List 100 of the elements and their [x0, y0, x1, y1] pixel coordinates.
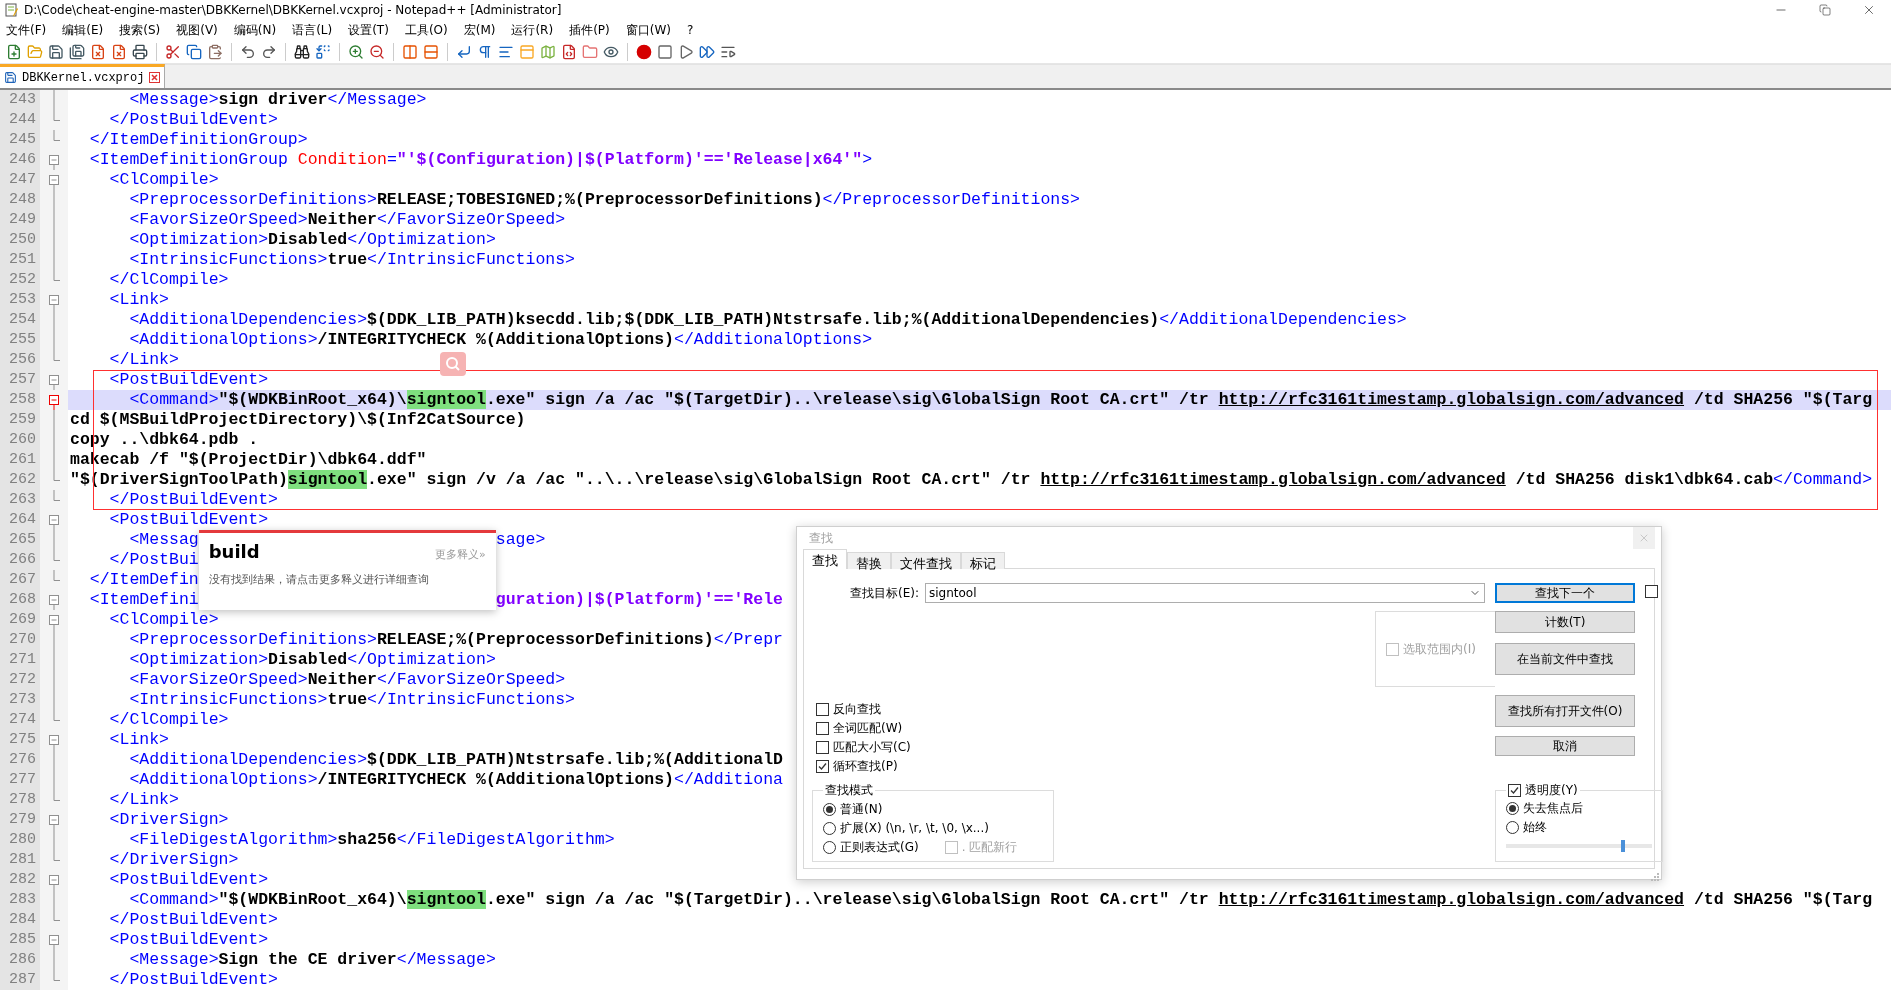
- fold-toggle-icon[interactable]: [49, 375, 59, 390]
- dialog-tab[interactable]: 文件查找: [891, 552, 961, 569]
- fold-end-icon: [53, 350, 60, 361]
- resize-grip-icon[interactable]: [1649, 871, 1659, 881]
- link[interactable]: http://rfc3161timestamp.globalsign.com/advanced: [1040, 470, 1506, 489]
- checkbox[interactable]: [1508, 783, 1521, 797]
- dialog-button[interactable]: 查找下一个: [1495, 583, 1635, 603]
- zoom-out-icon[interactable]: [369, 43, 385, 60]
- wrap-icon[interactable]: [456, 43, 472, 60]
- fold-line-icon: [53, 890, 55, 910]
- code-line: <PreprocessorDefinitions>RELEASE;%(PreprocessorDefinitions)</Prepr: [129, 630, 783, 649]
- slider-thumb[interactable]: [1620, 840, 1625, 852]
- play-icon[interactable]: [678, 43, 694, 60]
- line-number: 278: [0, 790, 40, 810]
- line-number: 280: [0, 830, 40, 850]
- radio-label: 始终: [1523, 818, 1547, 836]
- fold-end-icon: [53, 710, 60, 721]
- menu-item[interactable]: 插件(P): [569, 21, 610, 39]
- menu-item[interactable]: 运行(R): [511, 21, 554, 39]
- checkbox[interactable]: [1645, 584, 1658, 598]
- pilcrow-icon[interactable]: [477, 43, 493, 60]
- fold-toggle-icon[interactable]: [49, 295, 59, 310]
- save-all-icon[interactable]: [69, 43, 85, 60]
- code-line: <Optimization>Disabled</Optimization>: [129, 230, 496, 249]
- scissors-icon[interactable]: [165, 43, 181, 60]
- fold-end-icon: [53, 130, 60, 141]
- file-tab[interactable]: DBKKernel.vcxproj: [0, 64, 166, 88]
- new-file-icon[interactable]: [6, 43, 22, 60]
- undo-icon[interactable]: [240, 43, 256, 60]
- rows-icon[interactable]: [423, 43, 439, 60]
- fold-line-icon: [53, 90, 55, 110]
- code-line: <PostBuildEvent>: [109, 370, 269, 389]
- line-number: 260: [0, 430, 40, 450]
- code-line: <FavorSizeOrSpeed>Neither</FavorSizeOrSpeed>: [129, 670, 566, 689]
- fold-toggle-icon[interactable]: [49, 395, 59, 410]
- radio-label: 失去焦点后: [1523, 799, 1583, 817]
- zoom-in-icon[interactable]: [348, 43, 364, 60]
- checkbox[interactable]: [816, 702, 829, 716]
- folder-icon[interactable]: [582, 43, 598, 60]
- dialog-tab[interactable]: 标记: [961, 552, 1005, 569]
- find-icon[interactable]: [294, 43, 310, 60]
- popup-word: build: [208, 541, 260, 562]
- fast-forward-icon[interactable]: [699, 43, 715, 60]
- menu-item[interactable]: 窗口(W): [625, 21, 671, 39]
- close-file-icon[interactable]: [90, 43, 106, 60]
- find-combobox[interactable]: signtool: [925, 583, 1485, 603]
- checkbox-label: 透明度(Y): [1525, 781, 1578, 799]
- dialog-tab[interactable]: 查找: [803, 549, 847, 569]
- fold-end-icon: [53, 570, 60, 581]
- paste-icon[interactable]: [207, 43, 223, 60]
- code-line: <AdditionalOptions>/INTEGRITYCHECK %(AdditionalOptions)</Additiona: [129, 770, 783, 789]
- link[interactable]: http://rfc3161timestamp.globalsign.com/advanced: [1218, 390, 1685, 409]
- checkbox-label: 反向查找: [833, 700, 881, 718]
- columns-icon[interactable]: [402, 43, 418, 60]
- close-icon[interactable]: [149, 72, 161, 83]
- save-icon[interactable]: [48, 43, 64, 60]
- menu-item[interactable]: 文件(F): [6, 21, 47, 39]
- dialog-button[interactable]: 计数(T): [1495, 611, 1635, 633]
- stop-icon[interactable]: [657, 43, 673, 60]
- menu-item[interactable]: 视图(V): [176, 21, 218, 39]
- replace-icon[interactable]: [315, 43, 331, 60]
- fold-toggle-icon[interactable]: [49, 175, 59, 190]
- fold-toggle-icon[interactable]: [49, 595, 59, 610]
- dialog-tab[interactable]: 替换: [847, 552, 891, 569]
- fold-line-icon: [53, 830, 55, 850]
- menu-item[interactable]: 宏(M): [463, 21, 496, 39]
- file-code-icon[interactable]: [561, 43, 577, 60]
- checkbox[interactable]: [816, 740, 829, 754]
- checkbox[interactable]: [816, 721, 829, 735]
- menu-item[interactable]: 工具(O): [404, 21, 448, 39]
- line-number: 246: [0, 150, 40, 170]
- dialog-button[interactable]: 查找所有打开文件(O): [1495, 695, 1635, 727]
- window-title: D:\Code\cheat-engine-master\DBKKernel\DBKKernel.vcxproj - Notepad++ [Administrator]: [24, 3, 562, 17]
- fold-toggle-icon[interactable]: [49, 875, 59, 890]
- line-number: 269: [0, 610, 40, 630]
- printer-icon[interactable]: [132, 43, 148, 60]
- fold-toggle-icon[interactable]: [49, 815, 59, 830]
- redo-icon[interactable]: [261, 43, 277, 60]
- map-icon[interactable]: [540, 43, 556, 60]
- menu-item[interactable]: 语言(L): [292, 21, 333, 39]
- fold-toggle-icon[interactable]: [49, 615, 59, 630]
- close-all-icon[interactable]: [111, 43, 127, 60]
- menu-item[interactable]: 编辑(E): [62, 21, 104, 39]
- menu-item[interactable]: 设置(T): [348, 21, 389, 39]
- dialog-button[interactable]: 在当前文件中查找: [1495, 643, 1635, 675]
- menu-item[interactable]: ?: [686, 23, 694, 37]
- link[interactable]: http://rfc3161timestamp.globalsign.com/advanced: [1218, 890, 1685, 909]
- record-icon[interactable]: [636, 43, 652, 60]
- fold-toggle-icon[interactable]: [49, 155, 59, 170]
- copy-icon[interactable]: [186, 43, 202, 60]
- dialog-button[interactable]: 取消: [1495, 736, 1635, 756]
- fold-toggle-icon[interactable]: [49, 935, 59, 950]
- menu-item[interactable]: 搜索(S): [119, 21, 161, 39]
- menu-item[interactable]: 编码(N): [233, 21, 277, 39]
- fold-toggle-icon[interactable]: [49, 515, 59, 530]
- fold-toggle-icon[interactable]: [49, 735, 59, 750]
- code-line: <PostBuildEvent>: [109, 510, 269, 529]
- code-line: </PostBuildEvent>: [109, 970, 278, 989]
- checkbox-label: 选取范围内(I): [1403, 640, 1476, 658]
- checkbox[interactable]: [816, 759, 829, 773]
